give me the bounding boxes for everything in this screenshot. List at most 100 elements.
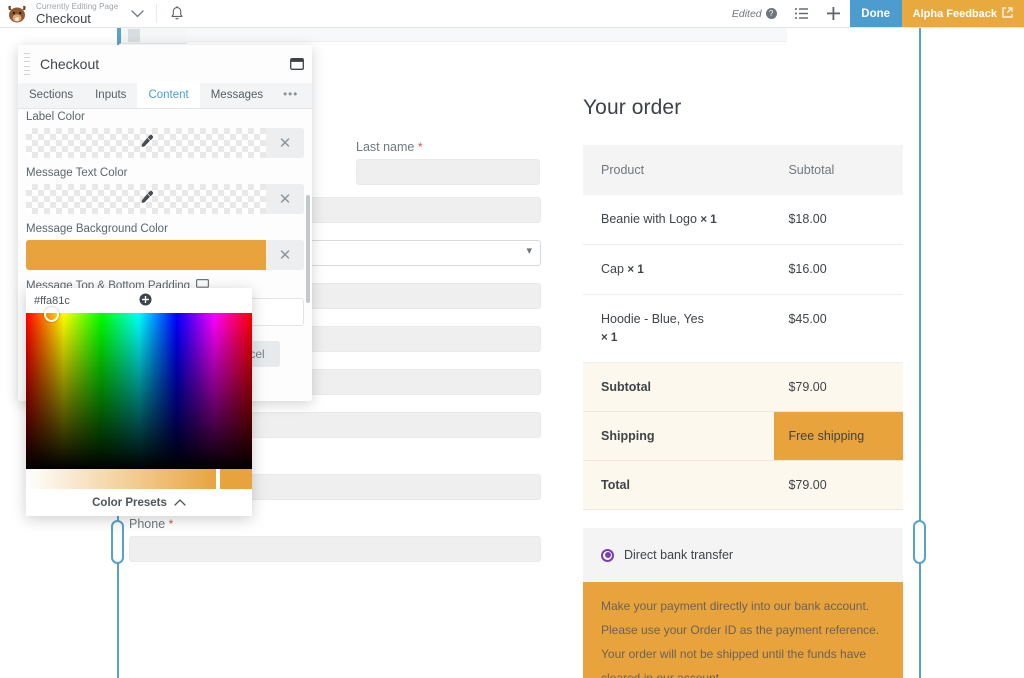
preview-top-bar-stub	[187, 28, 787, 42]
chevron-down-icon[interactable]	[118, 0, 156, 27]
order-table: Product Subtotal Beanie with Logo × 1 $1…	[583, 145, 903, 510]
total-label: Total	[583, 461, 774, 510]
phone-input[interactable]	[129, 536, 541, 562]
order-item-name: Beanie with Logo × 1	[583, 195, 774, 245]
order-item-subtotal: $45.00	[774, 295, 903, 363]
total-value: $79.00	[774, 461, 903, 510]
order-item-name-text: Hoodie - Blue, Yes	[601, 312, 704, 326]
radio-selected-icon[interactable]	[601, 549, 614, 562]
color-hex-input[interactable]: #ffa81c	[34, 295, 139, 307]
label-color-swatch[interactable]	[26, 128, 266, 158]
message-text-color-swatch-row: ✕	[26, 184, 304, 214]
beaver-logo-icon	[0, 0, 34, 27]
bell-icon[interactable]	[157, 0, 197, 27]
message-background-color-clear-button[interactable]: ✕	[266, 240, 304, 270]
payment-message: Make your payment directly into our bank…	[583, 582, 903, 678]
table-row-subtotal: Subtotal $79.00	[583, 363, 903, 412]
table-row-total: Total $79.00	[583, 461, 903, 510]
order-summary: Your order Product Subtotal Beanie with …	[583, 96, 903, 510]
edited-label: Edited	[732, 8, 762, 20]
editing-page-titles: Currently Editing Page Checkout	[34, 0, 118, 27]
order-item-subtotal: $16.00	[774, 245, 903, 295]
message-text-color-swatch[interactable]	[26, 184, 266, 214]
label-color-label: Label Color	[26, 111, 304, 123]
chevron-up-icon	[174, 497, 186, 509]
required-asterisk: *	[169, 517, 174, 531]
table-row: Hoodie - Blue, Yes × 1 $45.00	[583, 295, 903, 363]
payment-method-option[interactable]: Direct bank transfer	[583, 528, 903, 582]
settings-panel-header[interactable]: Checkout	[18, 45, 312, 83]
order-item-qty: × 1	[601, 332, 617, 344]
tab-messages[interactable]: Messages	[200, 82, 274, 108]
drag-grip-icon[interactable]	[24, 53, 30, 75]
tab-sections[interactable]: Sections	[18, 82, 84, 108]
shipping-value[interactable]: Free shipping	[774, 412, 903, 461]
plus-icon[interactable]	[818, 0, 850, 27]
order-item-qty: × 1	[627, 264, 643, 276]
help-icon[interactable]: ?	[766, 8, 777, 19]
color-picker-popover: #ffa81c Color Presets	[26, 288, 252, 516]
eyedropper-icon[interactable]	[139, 190, 154, 208]
color-picker-saturation-area[interactable]	[26, 313, 252, 469]
tab-content[interactable]: Content	[137, 82, 199, 108]
payment-section: Direct bank transfer Make your payment d…	[583, 528, 903, 678]
column-guide-right	[919, 28, 921, 678]
color-picker-hex-row: #ffa81c	[26, 288, 252, 313]
control-label-color: Label Color ✕	[26, 111, 304, 158]
label-color-clear-button[interactable]: ✕	[266, 128, 304, 158]
color-picker-alpha-slider[interactable]	[26, 469, 252, 489]
message-text-color-clear-button[interactable]: ✕	[266, 184, 304, 214]
tab-overflow-menu[interactable]: •••	[274, 82, 307, 108]
current-color-preview	[218, 469, 252, 489]
order-summary-title: Your order	[583, 96, 903, 120]
message-background-color-swatch[interactable]	[26, 240, 266, 270]
order-item-name: Hoodie - Blue, Yes × 1	[583, 295, 774, 363]
toolbar-spacer	[197, 0, 723, 27]
page-title: Checkout	[36, 12, 118, 26]
payment-method-label: Direct bank transfer	[624, 548, 733, 562]
alpha-feedback-label: Alpha Feedback	[913, 8, 997, 20]
window-icon[interactable]	[282, 58, 312, 70]
alpha-slider-knob[interactable]	[216, 469, 220, 489]
resize-handle-right[interactable]	[913, 520, 926, 564]
done-button[interactable]: Done	[850, 0, 902, 27]
phone-label: Phone *	[129, 517, 541, 531]
add-preset-icon[interactable]	[139, 293, 244, 308]
subtotal-label: Subtotal	[583, 363, 774, 412]
settings-panel-tabs: Sections Inputs Content Messages •••	[18, 83, 312, 109]
form-row-phone: Phone *	[129, 517, 541, 562]
external-link-icon	[1002, 7, 1013, 21]
message-background-color-swatch-row: ✕	[26, 240, 304, 270]
color-presets-toggle[interactable]: Color Presets	[26, 489, 252, 516]
alpha-gradient-track[interactable]	[26, 469, 218, 489]
edited-status: Edited ?	[723, 0, 786, 27]
panel-scrollbar-thumb[interactable]	[306, 195, 310, 303]
order-table-header-row: Product Subtotal	[583, 145, 903, 195]
message-background-color-label: Message Background Color	[26, 223, 304, 235]
order-item-qty: × 1	[700, 214, 716, 226]
preview-block-stub	[128, 29, 140, 42]
message-text-color-label: Message Text Color	[26, 167, 304, 179]
color-presets-label: Color Presets	[92, 497, 167, 509]
order-item-name-text: Beanie with Logo	[601, 212, 697, 226]
settings-panel-title: Checkout	[40, 56, 282, 72]
order-item-name-text: Cap	[601, 262, 624, 276]
resize-handle-left[interactable]	[111, 520, 124, 564]
eyedropper-icon[interactable]	[139, 134, 154, 152]
list-icon[interactable]	[786, 0, 818, 27]
app-root: Currently Editing Page Checkout Edited ?	[0, 0, 1024, 678]
table-row: Beanie with Logo × 1 $18.00	[583, 195, 903, 245]
order-item-name: Cap × 1	[583, 245, 774, 295]
column-header-subtotal: Subtotal	[774, 145, 903, 195]
color-picker-cursor[interactable]	[44, 307, 59, 322]
value-gradient	[26, 313, 252, 469]
table-row: Cap × 1 $16.00	[583, 245, 903, 295]
shipping-label: Shipping	[583, 412, 774, 461]
subtotal-value: $79.00	[774, 363, 903, 412]
control-message-background-color: Message Background Color ✕	[26, 223, 304, 270]
editing-eyebrow: Currently Editing Page	[36, 2, 118, 12]
tab-inputs[interactable]: Inputs	[84, 82, 137, 108]
column-header-product: Product	[583, 145, 774, 195]
alpha-feedback-button[interactable]: Alpha Feedback	[902, 0, 1024, 27]
phone-label-text: Phone	[129, 517, 165, 531]
